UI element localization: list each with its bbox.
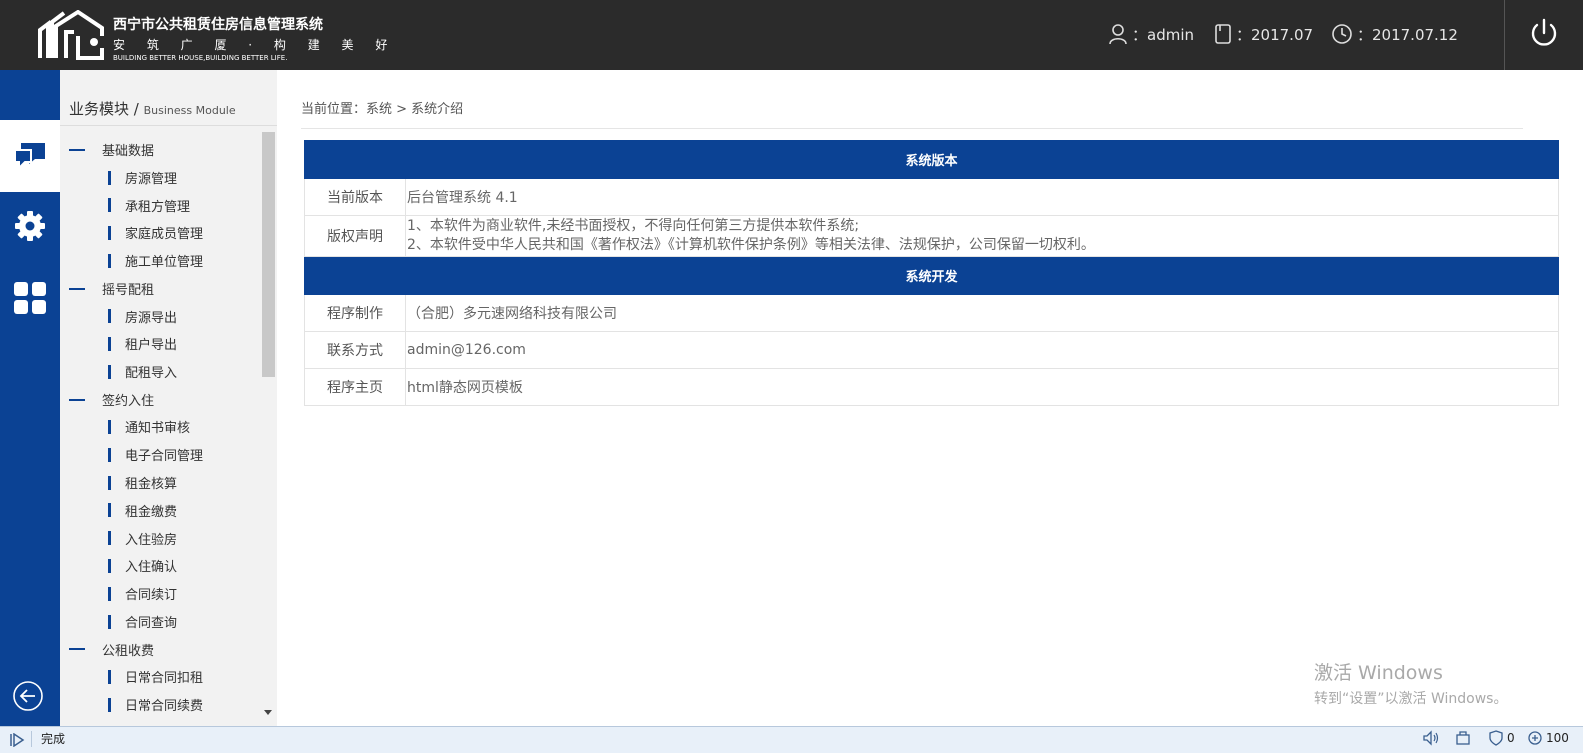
row-value: 后台管理系统 4.1 — [405, 178, 1559, 216]
menu-group-signing[interactable]: 签约入住 — [60, 386, 260, 414]
row-label: 联系方式 — [304, 331, 406, 369]
status-bar: 完成 0 100 — [0, 726, 1583, 753]
sidebar-title: 业务模块 / Business Module — [69, 100, 236, 118]
row-value: 1、本软件为商业软件,未经书面授权，不得向任何第三方提供本软件系统; 2、本软件… — [405, 215, 1559, 257]
row-label: 程序制作 — [304, 294, 406, 332]
windows-activation-watermark: 激活 Windows 转到“设置”以激活 Windows。 — [1314, 662, 1508, 707]
menu-item-rent-pay[interactable]: 租金缴费 — [60, 496, 260, 524]
menu-group-lottery[interactable]: 摇号配租 — [60, 275, 260, 303]
menu-item-rent-calc[interactable]: 租金核算 — [60, 469, 260, 497]
header-divider — [1504, 0, 1505, 70]
menu-item-renewal[interactable]: 合同续订 — [60, 580, 260, 608]
main-content: 当前位置：系统 > 系统介绍 系统版本 当前版本 后台管理系统 4.1 版权声明… — [277, 70, 1583, 726]
book-icon — [1215, 24, 1231, 44]
zoom-icon — [1528, 731, 1542, 745]
user-info[interactable]: ：admin — [1108, 22, 1194, 46]
row-label: 程序主页 — [304, 368, 406, 406]
row-label: 版权声明 — [304, 215, 406, 257]
month-text: ：2017.07 — [1236, 25, 1314, 44]
sidebar-menu: 基础数据 房源管理 承租方管理 家庭成员管理 施工单位管理 摇号配租 房源导出 … — [60, 136, 260, 719]
row-label: 当前版本 — [304, 178, 406, 216]
menu-item-allocation-import[interactable]: 配租导入 — [60, 358, 260, 386]
row-value: （合肥）多元速网络科技有限公司 — [405, 294, 1559, 332]
app-title: 西宁市公共租赁住房信息管理系统 — [113, 17, 323, 33]
breadcrumb-divider — [301, 128, 1523, 129]
section-title-version: 系统版本 — [304, 140, 1559, 179]
date-text: ：2017.07.12 — [1357, 25, 1458, 44]
sidebar: 业务模块 / Business Module 基础数据 房源管理 承租方管理 家… — [60, 70, 277, 726]
table-row: 版权声明 1、本软件为商业软件,未经书面授权，不得向任何第三方提供本软件系统; … — [304, 215, 1559, 257]
table-row: 程序主页 html静态网页模板 — [304, 368, 1559, 406]
brand-block: 西宁市公共租赁住房信息管理系统 安 筑 广 厦 · 构 建 美 好 BUILDI… — [113, 14, 396, 62]
chat-icon — [14, 143, 45, 171]
row-value: admin@126.com — [405, 331, 1559, 369]
sidebar-scroll-thumb[interactable] — [262, 132, 275, 377]
house-logo-icon — [38, 10, 104, 60]
section-title-dev: 系统开发 — [304, 256, 1559, 295]
system-info-table: 系统版本 当前版本 后台管理系统 4.1 版权声明 1、本软件为商业软件,未经书… — [304, 140, 1559, 406]
menu-item-notice-review[interactable]: 通知书审核 — [60, 413, 260, 441]
shield-icon — [1489, 730, 1503, 746]
gear-icon — [15, 211, 45, 241]
menu-item-family[interactable]: 家庭成员管理 — [60, 219, 260, 247]
nav-business-button[interactable] — [0, 120, 60, 192]
menu-item-housing[interactable]: 房源管理 — [60, 164, 260, 192]
date-info: ：2017.07.12 — [1331, 22, 1458, 46]
zoom-control[interactable]: 100 — [1527, 730, 1569, 746]
table-row: 当前版本 后台管理系统 4.1 — [304, 178, 1559, 216]
menu-item-contract-query[interactable]: 合同查询 — [60, 608, 260, 636]
menu-item-e-contract[interactable]: 电子合同管理 — [60, 441, 260, 469]
row-value: html静态网页模板 — [405, 368, 1559, 406]
nav-settings-button[interactable] — [0, 190, 60, 262]
menu-group-basic-data[interactable]: 基础数据 — [60, 136, 260, 164]
scroll-down-arrow-icon[interactable] — [264, 710, 272, 715]
grid-icon — [14, 282, 46, 314]
menu-item-daily-deduct[interactable]: 日常合同扣租 — [60, 663, 260, 691]
power-icon[interactable] — [1527, 16, 1561, 50]
zoom-level: 100 — [1546, 731, 1569, 745]
menu-item-tenant[interactable]: 承租方管理 — [60, 191, 260, 219]
network-button[interactable] — [1455, 730, 1471, 746]
back-arrow-icon[interactable] — [12, 680, 44, 712]
breadcrumb: 当前位置：系统 > 系统介绍 — [301, 102, 464, 117]
app-slogan-en: BUILDING BETTER HOUSE,BUILDING BETTER LI… — [113, 54, 288, 62]
blocked-count: 0 — [1507, 731, 1515, 745]
status-text: 完成 — [41, 732, 66, 746]
menu-item-tenant-export[interactable]: 租户导出 — [60, 330, 260, 358]
menu-item-housing-export[interactable]: 房源导出 — [60, 302, 260, 330]
user-name: ：admin — [1132, 25, 1194, 44]
menu-item-contractor[interactable]: 施工单位管理 — [60, 247, 260, 275]
copyright-line-2: 2、本软件受中华人民共和国《著作权法》《计算机软件保护条例》等相关法律、法规保护… — [407, 237, 1095, 253]
volume-button[interactable] — [1422, 730, 1440, 746]
menu-item-checkin-confirm[interactable]: 入住确认 — [60, 552, 260, 580]
play-icon[interactable] — [9, 733, 25, 747]
menu-group-fees[interactable]: 公租收费 — [60, 635, 260, 663]
app-slogan: 安 筑 广 厦 · 构 建 美 好 — [113, 38, 397, 52]
copyright-line-1: 1、本软件为商业软件,未经书面授权，不得向任何第三方提供本软件系统; — [407, 218, 860, 234]
speaker-icon — [1423, 730, 1439, 746]
network-icon — [1456, 731, 1470, 745]
clock-icon — [1332, 24, 1352, 44]
user-icon — [1109, 24, 1127, 45]
icon-nav — [0, 70, 60, 726]
nav-apps-button[interactable] — [0, 262, 60, 334]
blocked-counter[interactable]: 0 — [1488, 730, 1515, 746]
menu-item-daily-renew[interactable]: 日常合同续费 — [60, 691, 260, 719]
top-header: 西宁市公共租赁住房信息管理系统 安 筑 广 厦 · 构 建 美 好 BUILDI… — [0, 0, 1583, 70]
menu-item-inspection[interactable]: 入住验房 — [60, 524, 260, 552]
table-row: 程序制作 （合肥）多元速网络科技有限公司 — [304, 294, 1559, 332]
table-row: 联系方式 admin@126.com — [304, 331, 1559, 369]
sidebar-divider — [60, 125, 277, 126]
month-info: ：2017.07 — [1214, 22, 1313, 46]
